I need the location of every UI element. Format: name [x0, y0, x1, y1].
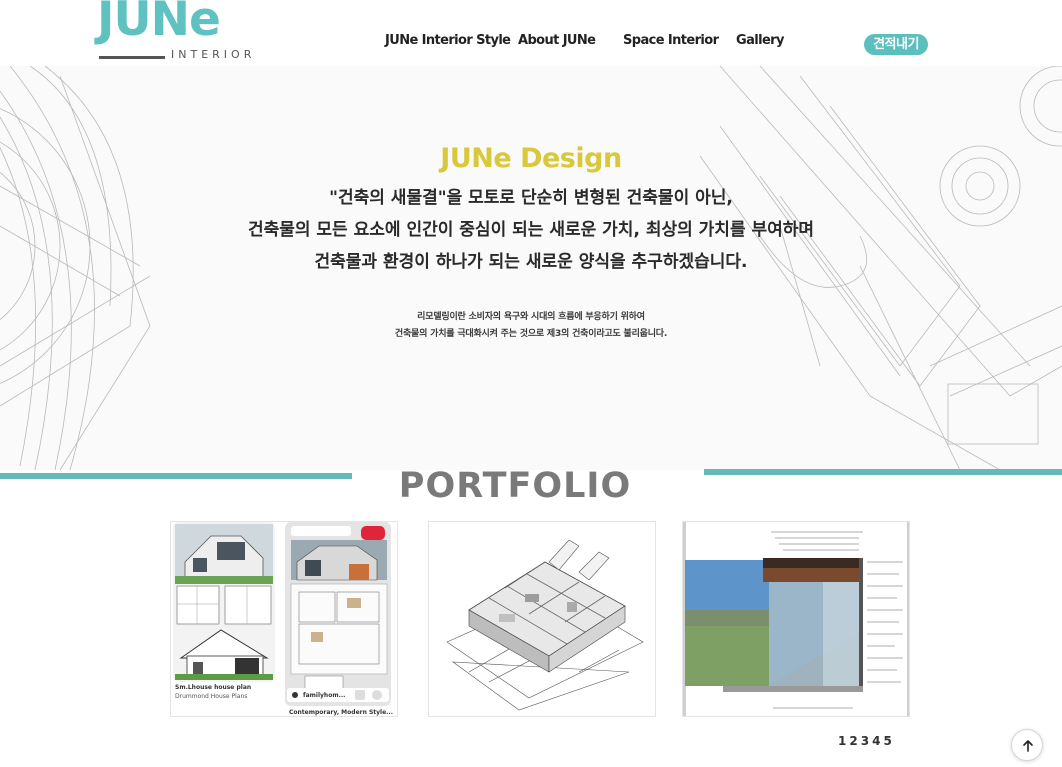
page-5[interactable]: 5 [883, 734, 894, 748]
nav-gallery[interactable]: Gallery [736, 33, 784, 48]
portfolio-card-3[interactable] [682, 521, 910, 717]
nav-space-interior[interactable]: Space Interior [623, 33, 719, 48]
logo-underline [99, 56, 165, 59]
card1-pin-source: familyhom... [303, 692, 346, 699]
hero-small-line-1: 리모델링이란 소비자의 욕구와 시대의 흐름에 부응하기 위하여 [417, 312, 645, 322]
quote-button[interactable]: 견적내기 [864, 34, 928, 55]
portfolio-card-1[interactable]: Sm.Lhouse house plan Drummond House Plan… [170, 521, 398, 717]
page-1[interactable]: 1 [838, 734, 849, 748]
3d-floor-plan-image [429, 522, 655, 716]
card1-bottom-caption: Contemporary, Modern Style... [289, 709, 394, 716]
site-header: JUNe INTERIOR JUNe Interior Style About … [0, 0, 1062, 66]
page-2[interactable]: 2 [849, 734, 860, 748]
back-to-top-button[interactable] [1011, 729, 1043, 761]
nav-interior-style[interactable]: JUNe Interior Style [385, 33, 511, 48]
hero-section: JUNe Design "건축의 새물결"을 모토로 단순히 변형된 건축물이 … [0, 66, 1062, 470]
page-4[interactable]: 4 [872, 734, 883, 748]
logo-wordmark: JUNe [97, 0, 221, 47]
portfolio-title: PORTFOLIO [398, 466, 632, 506]
hero-small-line-2: 건축물의 가치를 극대화시켜 주는 것으로 제3의 건축이라고도 불리웁니다. [394, 329, 668, 339]
hero-line-3: 건축물과 환경이 하나가 되는 새로운 양식을 추구하겠습니다. [314, 252, 748, 272]
hero-title: JUNe Design [440, 143, 622, 174]
nav-about[interactable]: About JUNe [518, 33, 596, 48]
card1-left-source: Drummond House Plans [175, 693, 248, 700]
site-logo[interactable]: JUNe INTERIOR [97, 0, 275, 62]
arrow-up-icon [1023, 740, 1033, 752]
logo-subtitle: INTERIOR [171, 48, 256, 61]
architectural-section-image [683, 522, 909, 716]
card1-left-caption: Sm.Lhouse house plan [175, 684, 252, 691]
hero-line-1: "건축의 새물결"을 모토로 단순히 변형된 건축물이 아닌, [329, 188, 733, 208]
portfolio-card-2[interactable] [428, 521, 656, 717]
hero-line-2: 건축물의 모든 요소에 인간이 중심이 되는 새로운 가치, 최상의 가치를 부… [247, 220, 815, 240]
portfolio-pagination: 12345 [838, 734, 895, 748]
page-3[interactable]: 3 [861, 734, 872, 748]
